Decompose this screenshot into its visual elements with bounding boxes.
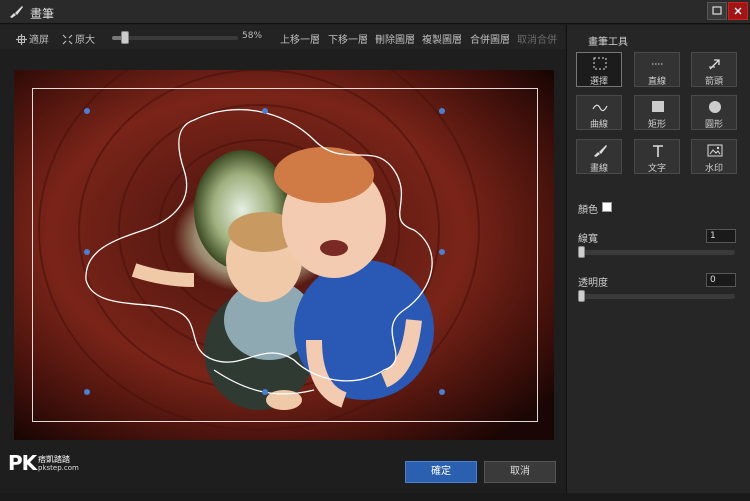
fit-screen-icon xyxy=(16,34,27,45)
merge-layers-button[interactable]: 合併圖層 xyxy=(470,31,510,46)
line-icon xyxy=(652,63,664,65)
tool-label: 畫線 xyxy=(589,164,608,174)
maximize-button[interactable] xyxy=(707,2,727,20)
tool-rectangle[interactable]: 矩形 xyxy=(634,95,680,130)
curve-icon xyxy=(592,104,608,112)
selection-handle[interactable] xyxy=(262,389,268,395)
selection-handle[interactable] xyxy=(84,249,90,255)
tool-label: 直線 xyxy=(647,77,666,87)
title-bar: 畫筆 xyxy=(0,0,750,24)
opacity-slider[interactable] xyxy=(578,290,735,302)
color-label: 顏色 xyxy=(578,205,598,216)
line-width-slider[interactable] xyxy=(578,246,735,258)
original-size-label: 原大 xyxy=(75,35,95,46)
layer-down-button[interactable]: 下移一層 xyxy=(328,31,368,46)
selection-handle[interactable] xyxy=(439,108,445,114)
tool-circle[interactable]: 圓形 xyxy=(691,95,737,130)
cancel-button[interactable]: 取消 xyxy=(484,461,556,483)
selection-handle[interactable] xyxy=(84,389,90,395)
line-width-slider-thumb[interactable] xyxy=(578,246,585,258)
tool-label: 矩形 xyxy=(647,120,666,130)
undo-merge-button[interactable]: 取消合併 xyxy=(517,31,557,46)
fit-screen-button[interactable]: 適屏 xyxy=(16,31,49,46)
tool-label: 選擇 xyxy=(589,77,608,87)
selection-handle[interactable] xyxy=(439,389,445,395)
tool-text[interactable]: 文字 xyxy=(634,139,680,174)
tool-brush[interactable]: 畫線 xyxy=(576,139,622,174)
tool-label: 箭頭 xyxy=(704,77,723,87)
tool-watermark[interactable]: 水印 xyxy=(691,139,737,174)
text-icon xyxy=(653,145,663,157)
select-icon xyxy=(593,57,607,70)
selection-handle[interactable] xyxy=(439,249,445,255)
arrow-icon xyxy=(709,59,720,70)
tool-label: 文字 xyxy=(647,164,666,174)
original-size-icon xyxy=(62,34,73,45)
layer-up-button[interactable]: 上移一層 xyxy=(280,31,320,46)
tool-select[interactable]: 選擇 xyxy=(576,52,622,87)
watermark-logo: PK xyxy=(8,451,37,475)
tool-line[interactable]: 直線 xyxy=(634,52,680,87)
window-title: 畫筆 xyxy=(30,7,55,21)
tool-curve[interactable]: 曲線 xyxy=(576,95,622,130)
selection-handle[interactable] xyxy=(84,108,90,114)
color-swatch[interactable] xyxy=(602,202,612,212)
opacity-input[interactable]: 0 xyxy=(706,273,736,287)
opacity-slider-thumb[interactable] xyxy=(578,290,585,302)
delete-layer-button[interactable]: 刪除圖層 xyxy=(375,31,415,46)
line-width-input[interactable]: 1 xyxy=(706,229,736,243)
original-size-button[interactable]: 原大 xyxy=(62,31,95,46)
rectangle-icon xyxy=(652,101,664,112)
selection-handle[interactable] xyxy=(262,108,268,114)
brush-icon xyxy=(10,6,23,18)
fit-screen-label: 適屏 xyxy=(29,35,49,46)
circle-icon xyxy=(709,101,721,113)
tool-label: 曲線 xyxy=(589,120,608,130)
status-strip xyxy=(0,493,750,501)
copy-layer-button[interactable]: 複製圖層 xyxy=(422,31,462,46)
opacity-label: 透明度 xyxy=(578,278,608,289)
close-icon xyxy=(734,7,742,15)
maximize-icon xyxy=(712,6,722,15)
tool-label: 水印 xyxy=(704,164,723,174)
watermark-icon xyxy=(707,144,723,157)
close-button[interactable] xyxy=(728,2,748,20)
watermark-line2: pkstep.com xyxy=(38,464,79,472)
zoom-slider[interactable] xyxy=(112,31,238,44)
tool-label: 圓形 xyxy=(704,120,723,130)
tool-arrow[interactable]: 箭頭 xyxy=(691,52,737,87)
line-width-label: 線寬 xyxy=(578,234,598,245)
zoom-value: 58% xyxy=(242,31,263,41)
zoom-slider-thumb[interactable] xyxy=(120,31,129,44)
panel-title: 畫筆工具 xyxy=(588,37,628,48)
brush-icon xyxy=(594,145,607,157)
selection-rectangle[interactable] xyxy=(32,88,538,422)
ok-button[interactable]: 確定 xyxy=(405,461,477,483)
